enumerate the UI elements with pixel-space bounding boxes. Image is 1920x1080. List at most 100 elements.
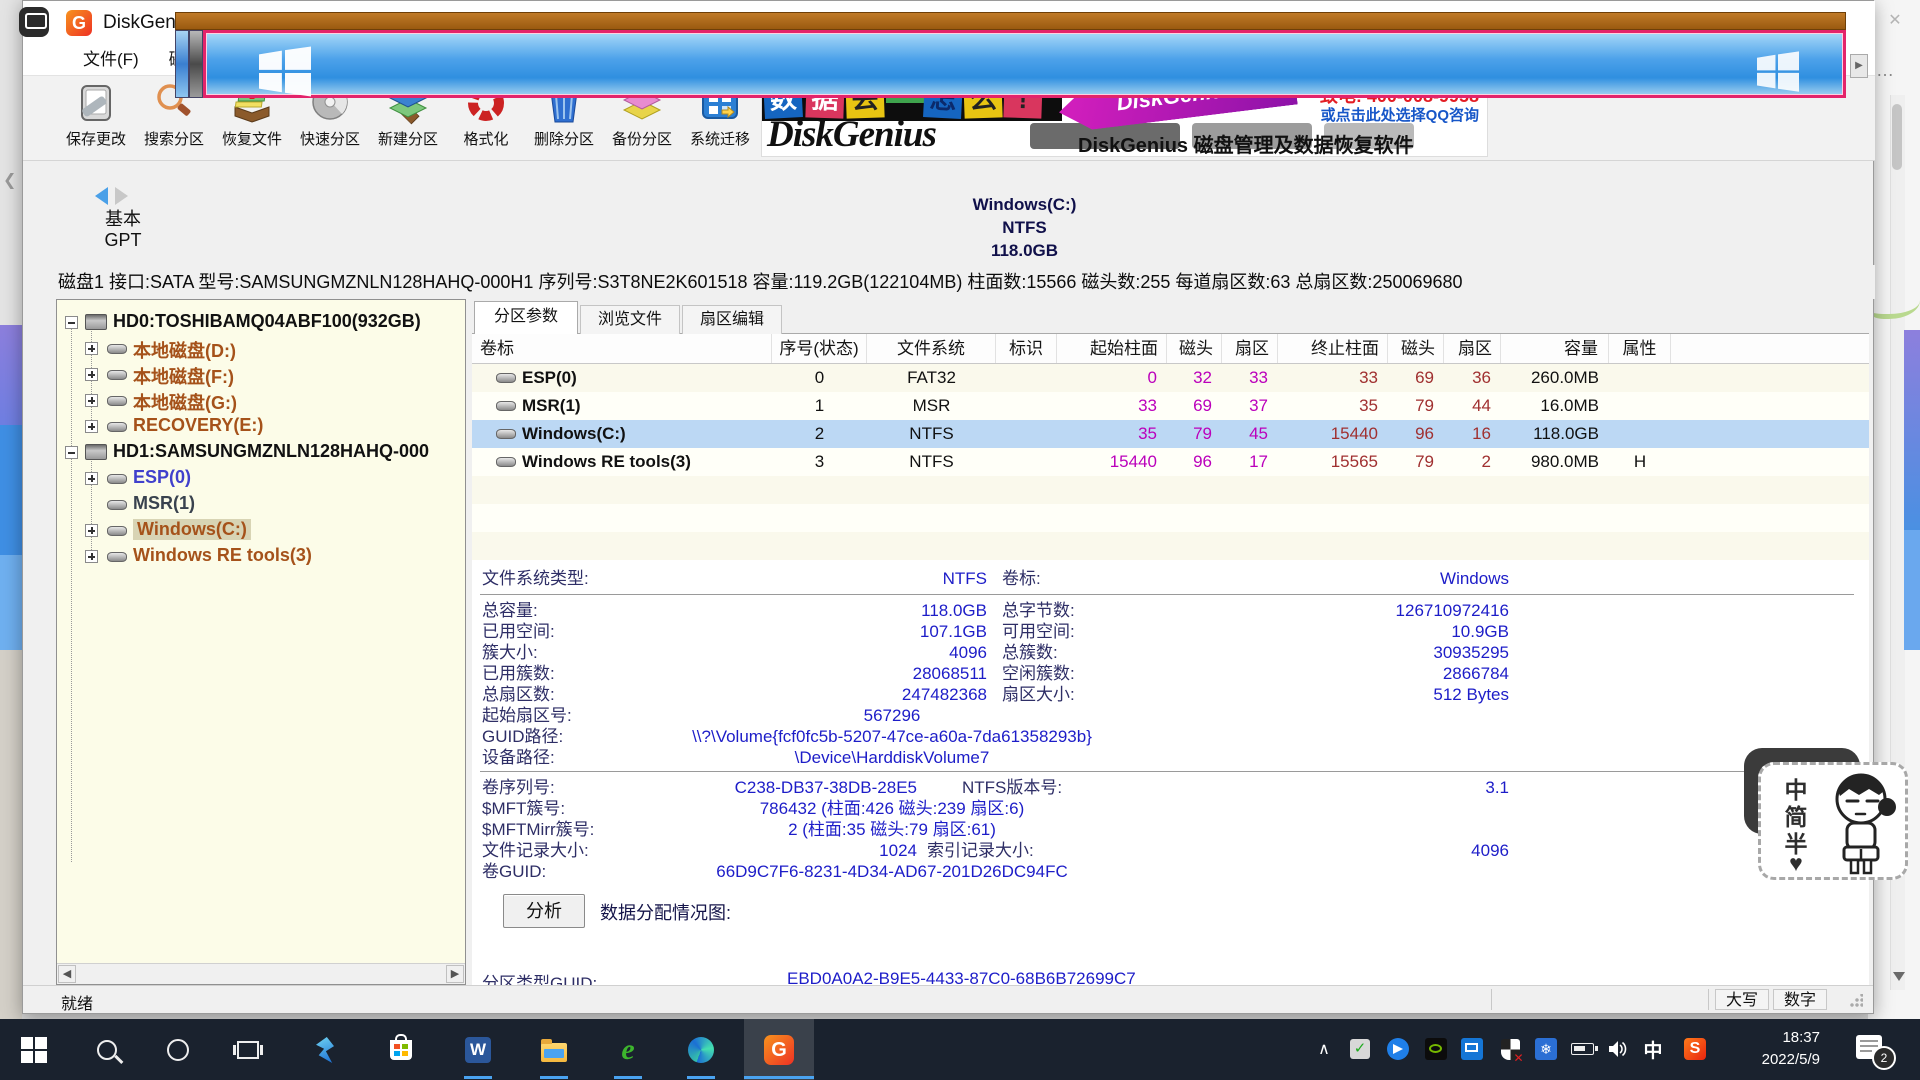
tree-item-windows-c[interactable]: Windows(C:)	[57, 517, 465, 543]
col-start-head[interactable]: 磁头	[1167, 334, 1222, 363]
collapse-icon[interactable]	[65, 316, 78, 329]
tree-item-local-f[interactable]: 本地磁盘(F:)	[57, 361, 465, 387]
analyze-button[interactable]: 分析	[503, 894, 585, 928]
speaker-icon	[1608, 1040, 1628, 1058]
table-row-esp[interactable]: ESP(0) 0 FAT32 0 32 33 33 69 36 260.0MB	[472, 364, 1869, 392]
tray-volume-icon[interactable]	[1605, 1036, 1631, 1062]
table-row-windows-c-selected[interactable]: Windows(C:) 2 NTFS 35 79 45 15440 96 16 …	[472, 420, 1869, 448]
ime-heart-icon: ♥	[1781, 850, 1811, 877]
col-end-sector[interactable]: 扇区	[1444, 334, 1501, 363]
expand-icon[interactable]	[85, 342, 98, 355]
tree-item-hd1[interactable]: HD1:SAMSUNGMZNLN128HAHQ-000	[57, 439, 465, 465]
divider	[1708, 989, 1709, 1010]
col-end-cyl[interactable]: 终止柱面	[1278, 334, 1388, 363]
tab-sector-edit[interactable]: 扇区编辑	[682, 305, 782, 334]
table-row-msr[interactable]: MSR(1) 1 MSR 33 69 37 35 79 44 16.0MB	[472, 392, 1869, 420]
diskbar-header-strip	[175, 12, 1846, 30]
word-icon[interactable]: W	[461, 1033, 495, 1067]
tree-item-hd0[interactable]: HD0:TOSHIBAMQ04ABF100(932GB)	[57, 309, 465, 335]
windows-logo-icon	[1754, 51, 1802, 93]
partition-tree: HD0:TOSHIBAMQ04ABF100(932GB) 本地磁盘(D:) 本地…	[56, 299, 466, 985]
tray-chevron-icon[interactable]: ∧	[1311, 1036, 1337, 1062]
expand-icon[interactable]	[85, 524, 98, 537]
running-indicator	[540, 1076, 568, 1079]
right-panel: 分区参数 浏览文件 扇区编辑 卷标 序号(状态) 文件系统 标识 起始柱面 磁头…	[472, 299, 1869, 985]
col-fs[interactable]: 文件系统	[867, 334, 996, 363]
ime-cartoon-figure	[1825, 769, 1901, 875]
next-disk-arrow-icon[interactable]	[115, 187, 128, 205]
detail-row: 卷序列号: C238-DB37-38DB-28E5 NTFS版本号: 3.1	[472, 777, 1869, 798]
expand-icon[interactable]	[85, 420, 98, 433]
notification-badge: 2	[1872, 1046, 1896, 1070]
taskbar-clock[interactable]: 18:37 2022/5/9	[1728, 1027, 1820, 1071]
collapse-icon[interactable]	[65, 446, 78, 459]
tray-intel-graphics-icon[interactable]	[1459, 1036, 1485, 1062]
tray-sogou-icon[interactable]: S	[1682, 1036, 1708, 1062]
scroll-left-icon[interactable]: ◀	[58, 965, 76, 983]
expand-icon[interactable]	[85, 368, 98, 381]
detail-row: $MFTMirr簇号: 2 (柱面:35 磁头:79 扇区:61)	[472, 819, 1869, 840]
detail-row: 已用簇数: 28068511 空闲簇数: 2866784	[472, 663, 1869, 684]
background-scrollbar-thumb[interactable]	[1892, 104, 1902, 170]
file-explorer-icon[interactable]	[537, 1033, 571, 1067]
tree-item-msr[interactable]: MSR(1)	[57, 491, 465, 517]
diskbar-partition-windows-c[interactable]	[203, 30, 1846, 98]
taskbar-app-flame-icon[interactable]	[308, 1033, 342, 1067]
cortana-icon[interactable]	[161, 1033, 195, 1067]
browser-e-icon[interactable]: e	[611, 1033, 645, 1067]
background-more-icon[interactable]: …	[1876, 60, 1906, 80]
start-button[interactable]	[17, 1033, 51, 1067]
tray-power-icon[interactable]	[1569, 1036, 1595, 1062]
tray-security-shield-icon[interactable]	[1497, 1036, 1523, 1062]
tray-nvidia-icon[interactable]	[1423, 1036, 1449, 1062]
tray-check-icon[interactable]: ✓	[1347, 1036, 1373, 1062]
detail-row: 总扇区数: 247482368 扇区大小: 512 Bytes	[472, 684, 1869, 705]
diskgenius-taskbar-icon[interactable]: G	[762, 1033, 796, 1067]
diskbar-scroll-right-icon[interactable]: ▶	[1850, 54, 1868, 78]
expand-icon[interactable]	[85, 394, 98, 407]
tree-horizontal-scrollbar[interactable]: ◀ ▶	[57, 963, 465, 984]
background-close-icon[interactable]: ✕	[1882, 10, 1908, 32]
microsoft-store-icon[interactable]	[384, 1033, 418, 1067]
detail-row: 簇大小: 4096 总簇数: 30935295	[472, 642, 1869, 663]
tray-snowflake-icon[interactable]: ❄	[1533, 1036, 1559, 1062]
diskgenius-window: G DiskGenius V5.4.3.1342 x64 ─ ✕ ← 文件(F)…	[22, 0, 1874, 1014]
background-scroll-down-icon[interactable]	[1893, 972, 1905, 987]
banner-brand: DiskGenius	[767, 113, 936, 156]
ime-status-widget[interactable]: 中 简 半 ♥	[1758, 762, 1908, 880]
resize-grip[interactable]	[1849, 994, 1863, 1008]
table-row-empty	[472, 504, 1869, 532]
col-volume[interactable]: 卷标	[472, 334, 772, 363]
col-start-cyl[interactable]: 起始柱面	[1057, 334, 1167, 363]
diskbar-partition-esp[interactable]	[175, 30, 189, 98]
partition-fs-label: NTFS	[203, 218, 1846, 238]
col-start-sector[interactable]: 扇区	[1222, 334, 1278, 363]
diskbar-partition-msr[interactable]	[189, 30, 203, 98]
tree-item-recovery-e[interactable]: RECOVERY(E:)	[57, 413, 465, 439]
tree-item-local-g[interactable]: 本地磁盘(G:)	[57, 387, 465, 413]
save-changes-button[interactable]: 保存更改	[57, 78, 135, 158]
col-attr[interactable]: 属性	[1609, 334, 1671, 363]
tab-partition-params[interactable]: 分区参数	[474, 301, 578, 334]
banner-tagline: DiskGenius 磁盘管理及数据恢复软件	[1078, 129, 1418, 157]
tray-ime-indicator[interactable]: 中	[1640, 1036, 1666, 1062]
expand-icon[interactable]	[85, 472, 98, 485]
edge-icon[interactable]	[684, 1033, 718, 1067]
scroll-right-icon[interactable]: ▶	[446, 965, 464, 983]
col-capacity[interactable]: 容量	[1501, 334, 1609, 363]
menu-file[interactable]: 文件(F)	[68, 45, 154, 75]
tab-browse-files[interactable]: 浏览文件	[580, 305, 680, 334]
tree-item-windows-re[interactable]: Windows RE tools(3)	[57, 543, 465, 569]
table-row-windows-re[interactable]: Windows RE tools(3) 3 NTFS 15440 96 17 1…	[472, 448, 1869, 476]
tray-blue-app-icon[interactable]	[1385, 1036, 1411, 1062]
tree-item-local-d[interactable]: 本地磁盘(D:)	[57, 335, 465, 361]
prev-disk-arrow-icon[interactable]	[95, 187, 108, 205]
banner-qq-link[interactable]: 或点击此处选择QQ咨询	[1199, 104, 1479, 125]
taskbar-search-icon[interactable]	[90, 1033, 124, 1067]
col-flag[interactable]: 标识	[996, 334, 1057, 363]
tree-item-esp[interactable]: ESP(0)	[57, 465, 465, 491]
expand-icon[interactable]	[85, 550, 98, 563]
col-seq[interactable]: 序号(状态)	[772, 334, 867, 363]
col-end-head[interactable]: 磁头	[1388, 334, 1444, 363]
task-view-icon[interactable]	[231, 1033, 265, 1067]
